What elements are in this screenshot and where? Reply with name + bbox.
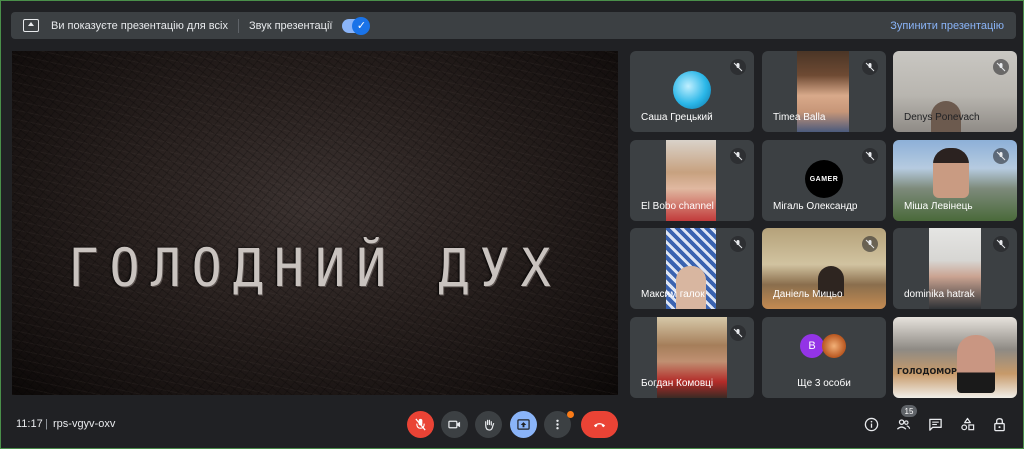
host-controls-icon [993,417,1005,431]
participant-tile[interactable]: Denys Ponevach [893,51,1017,132]
mic-off-icon [862,236,878,252]
more-participants-tile[interactable]: В Ще 3 особи [762,317,886,398]
meeting-details-button[interactable] [861,414,881,434]
raise-hand-button[interactable] [475,411,502,438]
participant-video [957,335,995,393]
scratched-texture [12,51,618,395]
participant-name: Timea Balla [773,112,826,123]
more-participants-label: Ще 3 особи [797,378,851,389]
mic-off-icon [862,59,878,75]
participant-tile[interactable]: Максим галок [630,228,754,309]
more-vert-icon [556,419,559,430]
control-bar: 11:17 | rps-vgyv-oxv [1,401,1024,449]
mic-off-icon [993,236,1009,252]
camera-toggle-button[interactable] [441,411,468,438]
participant-name: Міша Левінець [904,201,973,212]
chat-icon [928,418,942,431]
participant-video [933,148,969,198]
participant-name: Даніель Мицьо [773,289,843,300]
participant-video [676,266,706,309]
participant-tile[interactable]: Міша Левінець [893,140,1017,221]
presenting-banner: Ви показуєте презентацію для всіх Звук п… [11,12,1016,39]
stop-presenting-button[interactable]: Зупинити презентацію [890,20,1004,32]
show-everyone-button[interactable] [893,414,913,434]
presenting-message: Ви показуєте презентацію для всіх [51,19,228,32]
mic-off-icon [415,418,426,431]
participant-name: Мігаль Олександр [773,201,858,212]
chat-button[interactable] [925,414,945,434]
participant-tile[interactable]: GAMER Мігаль Олександр [762,140,886,221]
activities-button[interactable] [957,414,977,434]
info-icon [864,417,878,431]
slide-caption: ГОЛОДОМОР [897,367,957,376]
present-screen-icon [517,419,530,430]
participant-tile[interactable]: Саша Грецький [630,51,754,132]
participant-tile[interactable]: Даніель Мицьо [762,228,886,309]
participant-name: Denys Ponevach [904,112,980,123]
participant-video [893,317,1017,398]
avatar: В [800,334,824,358]
avatar [673,71,711,109]
participant-count-badge: 15 [901,405,917,417]
notification-dot [567,411,574,418]
banner-divider [237,18,239,33]
meeting-code: rps-vgyv-oxv [53,418,116,430]
participant-tile[interactable]: ГОЛОДОМОР [893,317,1017,398]
participant-name: Саша Грецький [641,112,713,123]
mic-off-icon [730,325,746,341]
presentation-audio-toggle[interactable]: ✓ [342,16,371,35]
mic-off-icon [730,148,746,164]
participant-tile[interactable]: Богдан Комовці [630,317,754,398]
meeting-time: 11:17 [16,418,43,430]
mic-off-icon [993,59,1009,75]
present-screen-icon [23,19,39,32]
mic-off-icon [862,148,878,164]
mic-off-icon [730,236,746,252]
participant-name: Богдан Комовці [641,378,714,389]
host-controls-button[interactable] [989,414,1009,434]
present-now-button[interactable] [510,411,537,438]
participant-name: El Bobo channel [641,201,714,212]
avatar [822,334,846,358]
mic-off-icon [730,59,746,75]
end-call-icon [593,423,606,428]
presentation-title: ГОЛОДНИЙ ДУХ [68,237,562,299]
participant-tile[interactable]: El Bobo channel [630,140,754,221]
time-code-separator: | [45,418,48,430]
presentation-audio-label: Звук презентації [248,19,333,32]
participant-tile[interactable]: Timea Balla [762,51,886,132]
activities-icon [960,417,974,430]
presentation-stage: ГОЛОДНИЙ ДУХ [12,51,618,395]
check-icon: ✓ [352,16,371,35]
mic-toggle-button[interactable] [407,411,434,438]
raise-hand-icon [485,419,495,431]
participant-name: Максим галок [641,289,705,300]
participant-tile[interactable]: dominika hatrak [893,228,1017,309]
participant-name: dominika hatrak [904,289,975,300]
mic-off-icon [993,148,1009,164]
leave-call-button[interactable] [581,411,618,438]
avatar: GAMER [805,160,843,198]
camera-icon [448,420,461,429]
people-icon [896,418,910,430]
